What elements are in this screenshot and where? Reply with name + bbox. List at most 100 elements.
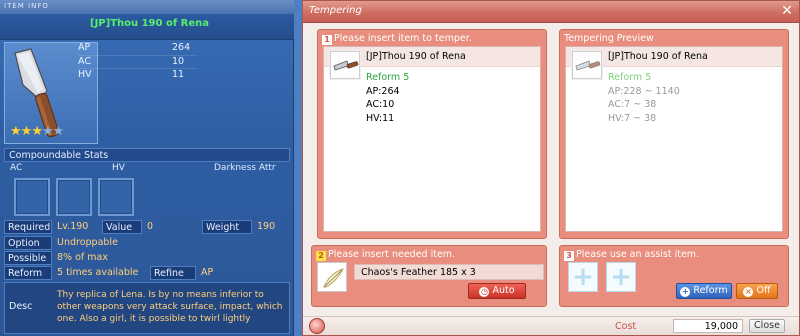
info-row-required: Required Lv.190 Value 0 Weight 190	[4, 220, 290, 234]
preview-title: Tempering Preview	[564, 33, 654, 44]
stat-value: 11	[172, 69, 185, 80]
star-icon: ★	[10, 124, 22, 139]
compound-col-ac: AC	[10, 163, 23, 173]
item-info-titlebar: ITEM INFO	[0, 0, 294, 14]
item-slot[interactable]	[330, 51, 360, 79]
card-hv-line: HV:11	[366, 112, 395, 124]
description-box: Desc Thy replica of Lena. Is by no means…	[4, 282, 290, 334]
panel-title-text: Please use an assist item.	[576, 249, 700, 260]
star-icon: ★	[20, 124, 33, 139]
item-star-rating: ★★★★★	[10, 124, 65, 139]
possible-label: Possible	[4, 251, 52, 265]
panel-title-text: Please insert item to temper.	[334, 33, 472, 44]
auto-button[interactable]: ◷ Auto	[468, 283, 526, 299]
option-label: Option	[4, 236, 52, 250]
machete-icon	[333, 60, 359, 71]
panel-assist-item-title: 3 Please use an assist item.	[564, 249, 699, 261]
step-badge: 1	[322, 35, 332, 45]
info-row-possible: Possible 8% of max	[4, 251, 290, 265]
stat-key: AC	[78, 56, 91, 67]
step-badge: 2	[316, 251, 326, 261]
star-icon: ★	[31, 124, 43, 139]
assist-slot-1[interactable]	[568, 262, 598, 292]
preview-item-card: [JP]Thou 190 of Rena Reform 5 AP:228 ~ 1…	[565, 46, 783, 232]
card-ap-line: AP:264	[366, 85, 400, 97]
possible-value: 8% of max	[57, 252, 108, 263]
tempering-title: Tempering	[309, 5, 362, 16]
card-item-name: [JP]Thou 190 of Rena	[366, 51, 466, 62]
stat-value: 10	[172, 56, 185, 67]
feather-icon	[323, 268, 344, 288]
compoundable-stats-label: Compoundable Stats	[4, 148, 290, 162]
auto-label: Auto	[492, 285, 515, 296]
cost-label: Cost	[615, 321, 637, 332]
plus-icon: +	[680, 287, 691, 297]
stat-row-hv: HV 11	[78, 68, 198, 81]
option-value: Undroppable	[57, 237, 118, 248]
refine-label: Refine	[150, 266, 196, 280]
panel-assist-item: 3Please use an assist item. +Reform ×Off	[559, 245, 789, 307]
machete-icon	[575, 60, 601, 71]
item-name-bar: [JP]Thou 190 of Rena	[0, 14, 294, 40]
desc-label: Desc	[9, 301, 33, 312]
close-icon[interactable]: ✕	[779, 3, 795, 19]
item-stats: AP 264 AC 10 HV 11	[78, 42, 198, 81]
star-empty-icon: ★	[52, 124, 65, 139]
info-row-reform: Reform 5 times available Refine AP	[4, 266, 290, 280]
card-stats: Reform 5 AP:264 AC:10 HV:11	[366, 71, 409, 125]
assist-slot-2[interactable]	[606, 262, 636, 292]
refine-value: AP	[201, 267, 214, 278]
value-value: 0	[147, 221, 154, 232]
value-label: Value	[102, 220, 142, 234]
panel-tempering-preview: Tempering Preview [JP]Thou 190 of Rena R…	[559, 29, 789, 239]
compound-slot-2[interactable]	[56, 178, 92, 216]
panel-insert-item-title: 1 Please insert item to temper.	[322, 33, 472, 45]
panel-needed-item: 2 Please insert needed item. Chaos's Feat…	[311, 245, 547, 307]
compound-slot-3[interactable]	[98, 178, 134, 216]
preview-stats: Reform 5 AP:228 ~ 1140 AC:7 ~ 38 HV:7 ~ …	[608, 71, 680, 125]
card-ac-line: AC:10	[366, 99, 395, 110]
panel-needed-item-title: 2 Please insert needed item.	[316, 249, 455, 261]
x-icon: ×	[743, 287, 754, 297]
tempering-window: Tempering ✕ 1 Please insert item to tempe…	[302, 0, 800, 336]
cost-value: 19,000	[673, 319, 743, 333]
tempering-titlebar[interactable]: Tempering ✕	[303, 1, 799, 23]
panel-title-text: Please insert needed item.	[328, 249, 456, 260]
weight-label: Weight	[202, 220, 252, 234]
ingredient-slot[interactable]	[317, 262, 347, 292]
panel-insert-item: 1 Please insert item to temper. [JP]Thou …	[317, 29, 547, 239]
compound-slot-1[interactable]	[14, 178, 50, 216]
reform-value: 5 times available	[57, 267, 139, 278]
stat-row-ap: AP 264	[78, 42, 198, 55]
temper-item-card[interactable]: [JP]Thou 190 of Rena Reform 5 AP:264 AC:…	[323, 46, 541, 232]
compound-col-darkness: Darkness Attr	[214, 163, 276, 173]
required-label: Required	[4, 220, 52, 234]
weight-value: 190	[257, 221, 276, 232]
preview-ac-line: AC:7 ~ 38	[608, 99, 657, 110]
stat-value: 264	[172, 42, 191, 53]
star-empty-icon: ★	[41, 124, 54, 139]
tempering-footer: Cost 19,000 Close	[303, 316, 799, 335]
off-button[interactable]: × Off	[736, 283, 778, 299]
auto-icon: ◷	[479, 287, 490, 297]
required-value: Lv.190	[57, 221, 89, 232]
off-label: Off	[756, 285, 771, 296]
reform-button[interactable]: + Reform	[676, 283, 732, 299]
info-row-option: Option Undroppable	[4, 236, 290, 250]
close-button[interactable]: Close	[749, 319, 785, 333]
card-reform-line: Reform 5	[366, 72, 410, 83]
preview-ap-line: AP:228 ~ 1140	[608, 85, 680, 97]
stat-key: AP	[78, 42, 91, 53]
compound-columns: AC HV Darkness Attr	[4, 163, 290, 175]
card-item-name: [JP]Thou 190 of Rena	[608, 51, 708, 62]
step-badge: 3	[564, 251, 574, 261]
desc-text: Thy replica of Lena. Is by no means infe…	[57, 290, 283, 324]
reform-label: Reform	[4, 266, 52, 280]
ingredient-name: Chaos's Feather 185 x 3	[354, 264, 544, 280]
reform-label: Reform	[693, 285, 728, 296]
money-bag-icon	[309, 318, 325, 334]
preview-item-slot	[572, 51, 602, 79]
compound-col-hv: HV	[112, 163, 125, 173]
item-name: [JP]Thou 190 of Rena	[90, 18, 210, 29]
preview-reform-line: Reform 5	[608, 72, 652, 83]
